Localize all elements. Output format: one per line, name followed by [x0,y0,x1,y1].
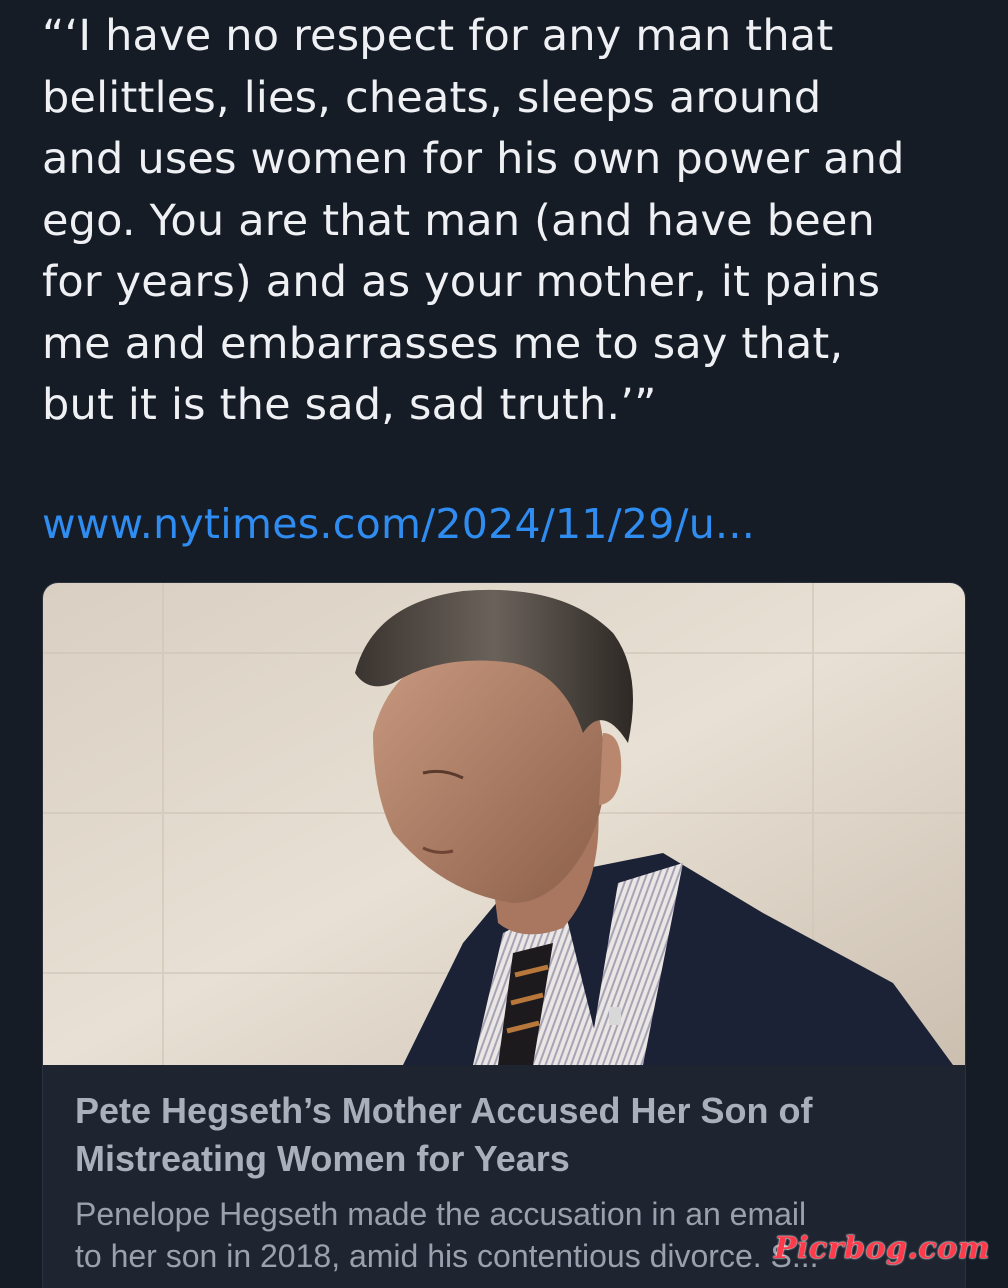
quote-line: and uses women for his own power and [42,134,905,184]
description-line: Penelope Hegseth made the accusation in … [75,1196,807,1232]
article-photo [43,583,965,1065]
quote-line: me and embarrasses me to say that, [42,318,844,369]
quote-line: for years) and as your mother, it pains [42,257,881,307]
headline-line: Pete Hegseth’s Mother Accused Her Son of [75,1090,813,1131]
post-quote-text: “‘I have no respect for any man that bel… [42,6,982,437]
quote-line: but it is the sad, sad truth.’” [42,380,657,430]
article-headline: Pete Hegseth’s Mother Accused Her Son of… [75,1087,935,1183]
site-watermark: Picrbog.com [774,1231,990,1266]
quote-line: ego. You are that man (and have been [42,195,875,246]
headline-line: Mistreating Women for Years [75,1138,570,1179]
article-link[interactable]: www.nytimes.com/2024/11/29/u... [42,496,755,552]
quote-line: “‘I have no respect for any man that [42,11,834,61]
post: “‘I have no respect for any man that bel… [0,0,1008,1288]
link-preview-card[interactable]: Pete Hegseth’s Mother Accused Her Son of… [42,582,966,1288]
quote-line: belittles, lies, cheats, sleeps around [42,72,822,123]
